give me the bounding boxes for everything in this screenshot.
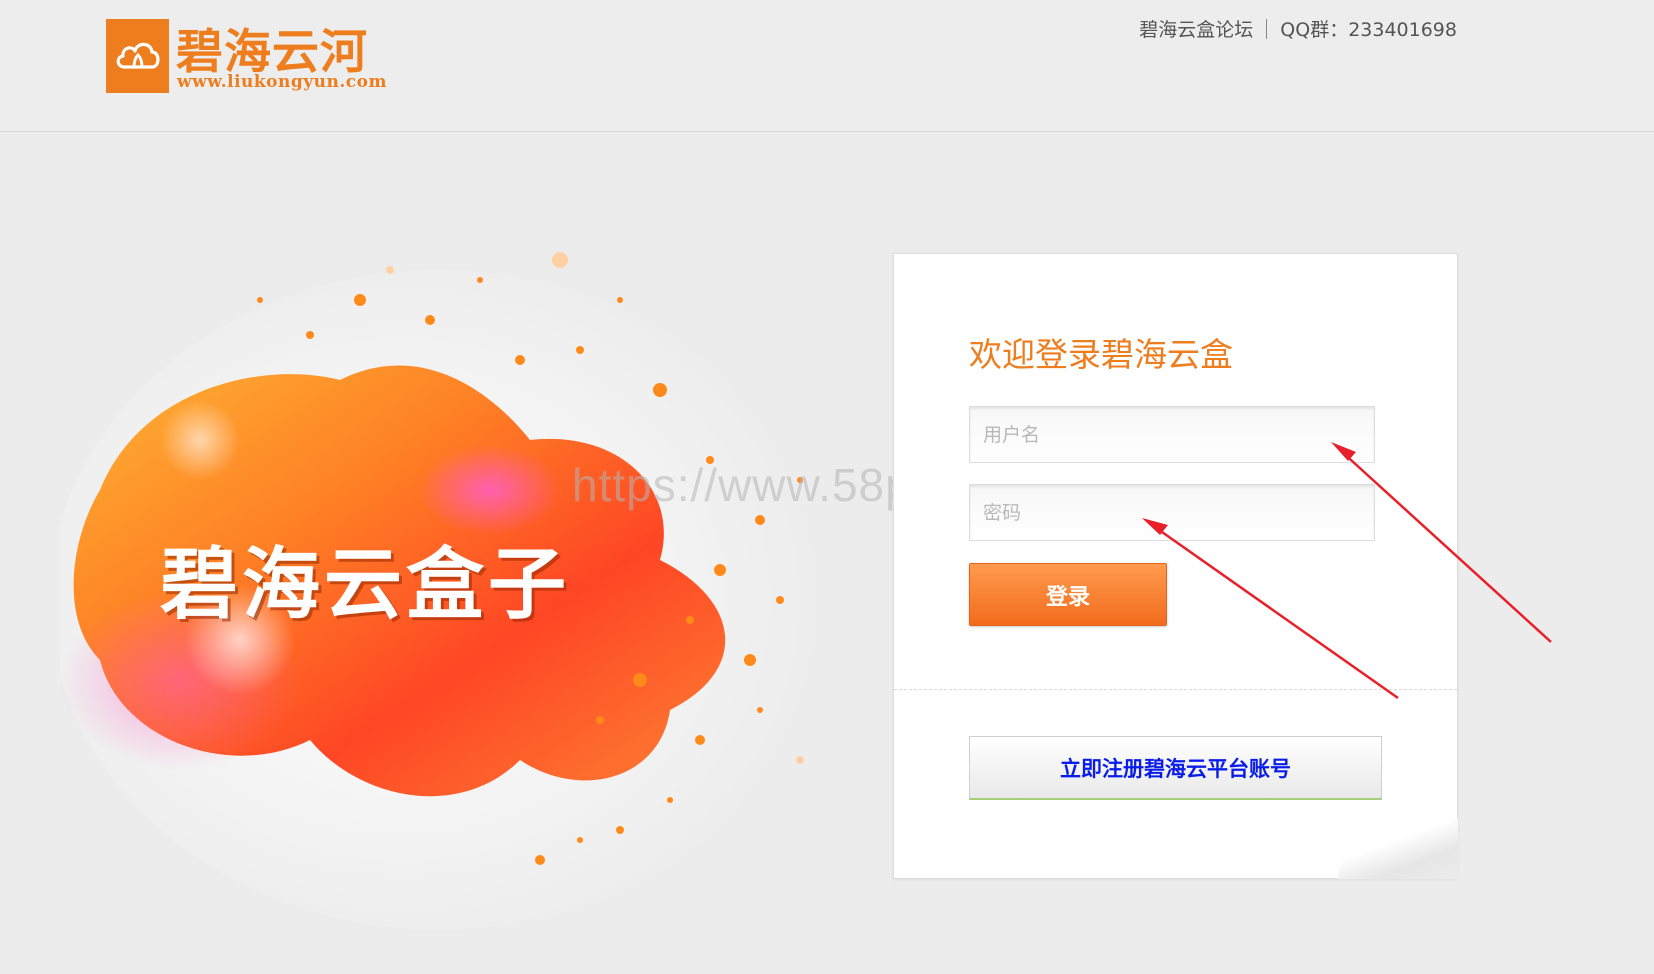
logo-cloud-icon xyxy=(106,19,169,93)
forum-link[interactable]: 碧海云盒论坛 xyxy=(1139,19,1253,41)
login-button[interactable]: 登录 xyxy=(969,563,1167,626)
qq-group-link[interactable]: QQ群：233401698 xyxy=(1280,19,1457,41)
divider xyxy=(894,689,1457,690)
hero-splash-image: 碧海云盒子 xyxy=(50,240,860,930)
password-input[interactable] xyxy=(969,484,1375,541)
page: 碧海云河 www.liukongyun.com 碧海云盒论坛 QQ群：233401… xyxy=(0,0,1654,974)
top-links: 碧海云盒论坛 QQ群：233401698 xyxy=(1139,15,1457,42)
header: 碧海云河 www.liukongyun.com 碧海云盒论坛 QQ群：233401… xyxy=(0,0,1654,132)
login-card: 欢迎登录碧海云盒 登录 立即注册碧海云平台账号 xyxy=(893,253,1458,879)
username-input[interactable] xyxy=(969,406,1375,463)
hero-title: 碧海云盒子 xyxy=(160,540,571,630)
page-curl xyxy=(1338,819,1458,879)
logo[interactable]: 碧海云河 www.liukongyun.com xyxy=(106,17,386,93)
register-button[interactable]: 立即注册碧海云平台账号 xyxy=(969,736,1382,800)
logo-url: www.liukongyun.com xyxy=(177,72,387,92)
link-divider xyxy=(1266,19,1268,39)
login-title: 欢迎登录碧海云盒 xyxy=(969,335,1233,374)
